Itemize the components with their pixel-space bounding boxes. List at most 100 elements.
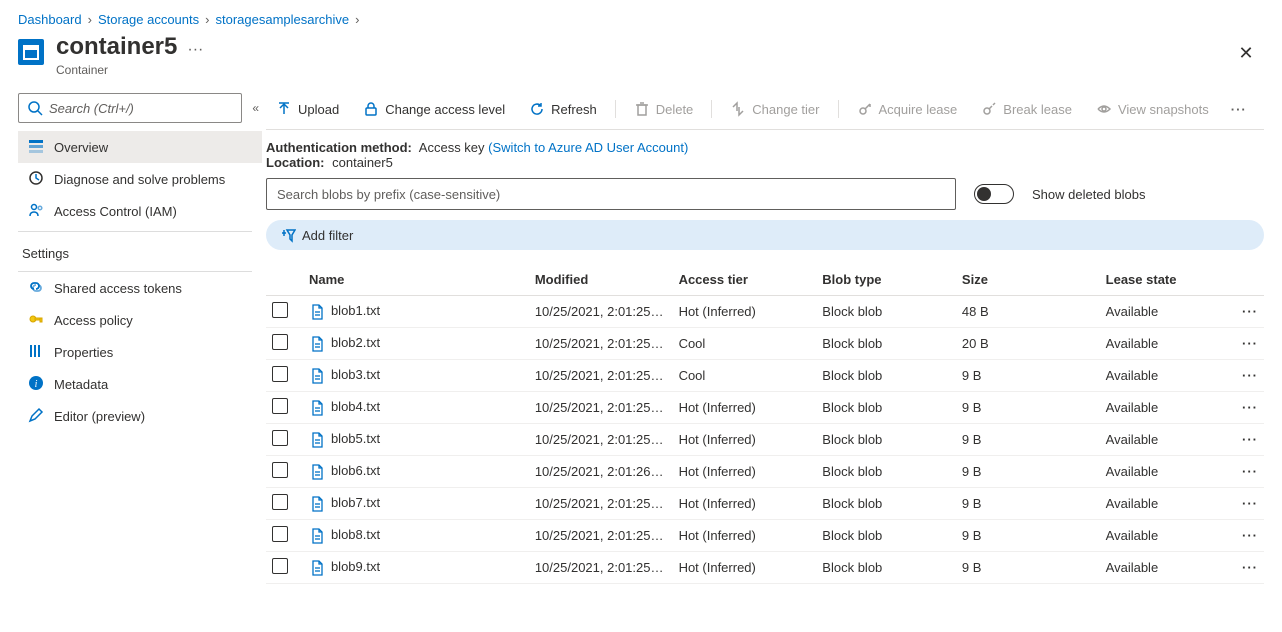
table-row[interactable]: blob7.txt10/25/2021, 2:01:25 …Hot (Infer… — [266, 488, 1264, 520]
table-row[interactable]: blob2.txt10/25/2021, 2:01:25 …CoolBlock … — [266, 328, 1264, 360]
table-row[interactable]: blob9.txt10/25/2021, 2:01:25 …Hot (Infer… — [266, 552, 1264, 584]
row-more-icon[interactable]: ··· — [1223, 520, 1264, 552]
col-lease-state[interactable]: Lease state — [1100, 264, 1223, 296]
blob-modified: 10/25/2021, 2:01:25 … — [529, 328, 673, 360]
table-row[interactable]: blob8.txt10/25/2021, 2:01:25 …Hot (Infer… — [266, 520, 1264, 552]
row-checkbox[interactable] — [272, 398, 288, 414]
blob-access-tier: Hot (Inferred) — [673, 392, 817, 424]
blob-prefix-search-placeholder: Search blobs by prefix (case-sensitive) — [277, 187, 500, 202]
row-checkbox[interactable] — [272, 558, 288, 574]
sidebar-item-access-policy[interactable]: Access policy — [18, 304, 262, 336]
add-filter-button[interactable]: Add filter — [266, 220, 1264, 250]
blob-access-tier: Hot (Inferred) — [673, 488, 817, 520]
sidebar-item-properties[interactable]: Properties — [18, 336, 262, 368]
delete-button: Delete — [624, 97, 704, 121]
row-checkbox[interactable] — [272, 526, 288, 542]
row-checkbox[interactable] — [272, 430, 288, 446]
change-access-level-button[interactable]: Change access level — [353, 97, 515, 121]
sidebar-item-editor-preview-[interactable]: Editor (preview) — [18, 400, 262, 432]
breadcrumb-storage-account[interactable]: storagesamplesarchive — [215, 12, 349, 27]
blob-lease-state: Available — [1100, 296, 1223, 328]
row-more-icon[interactable]: ··· — [1223, 296, 1264, 328]
sidebar-item-overview[interactable]: Overview — [18, 131, 262, 163]
breadcrumb-dashboard[interactable]: Dashboard — [18, 12, 82, 27]
row-checkbox[interactable] — [272, 334, 288, 350]
table-row[interactable]: blob1.txt10/25/2021, 2:01:25 …Hot (Infer… — [266, 296, 1264, 328]
upload-button[interactable]: Upload — [266, 97, 349, 121]
title-more-icon[interactable]: ··· — [187, 33, 203, 59]
blob-lease-state: Available — [1100, 520, 1223, 552]
blob-name: blob6.txt — [331, 463, 380, 478]
refresh-button[interactable]: Refresh — [519, 97, 607, 121]
blob-name: blob5.txt — [331, 431, 380, 446]
file-icon — [309, 496, 325, 512]
row-more-icon[interactable]: ··· — [1223, 328, 1264, 360]
blob-prefix-search-input[interactable]: Search blobs by prefix (case-sensitive) — [266, 178, 956, 210]
page-subtitle: Container — [56, 63, 177, 77]
upload-icon — [276, 101, 292, 117]
row-checkbox[interactable] — [272, 302, 288, 318]
sidebar-item-access-control-iam-[interactable]: Access Control (IAM) — [18, 195, 262, 227]
lock-icon — [363, 101, 379, 117]
blob-lease-state: Available — [1100, 456, 1223, 488]
blob-type: Block blob — [816, 488, 956, 520]
sidebar-item-metadata[interactable]: iMetadata — [18, 368, 262, 400]
blob-size: 9 B — [956, 360, 1100, 392]
properties-icon — [28, 343, 44, 362]
sidebar-item-shared-access-tokens[interactable]: Shared access tokens — [18, 272, 262, 304]
blob-name: blob2.txt — [331, 335, 380, 350]
col-modified[interactable]: Modified — [529, 264, 673, 296]
switch-auth-link[interactable]: (Switch to Azure AD User Account) — [488, 140, 688, 155]
table-row[interactable]: blob6.txt10/25/2021, 2:01:26 …Hot (Infer… — [266, 456, 1264, 488]
blob-size: 9 B — [956, 520, 1100, 552]
blob-lease-state: Available — [1100, 424, 1223, 456]
sidebar-section-settings: Settings — [18, 232, 262, 267]
blob-access-tier: Cool — [673, 360, 817, 392]
blob-size: 9 B — [956, 392, 1100, 424]
blob-size: 20 B — [956, 328, 1100, 360]
breadcrumb-storage-accounts[interactable]: Storage accounts — [98, 12, 199, 27]
collapse-sidebar-icon[interactable]: « — [252, 101, 256, 115]
row-more-icon[interactable]: ··· — [1223, 488, 1264, 520]
row-checkbox[interactable] — [272, 494, 288, 510]
sidebar-search-input[interactable]: Search (Ctrl+/) — [18, 93, 242, 123]
row-checkbox[interactable] — [272, 462, 288, 478]
row-more-icon[interactable]: ··· — [1223, 552, 1264, 584]
table-row[interactable]: blob3.txt10/25/2021, 2:01:25 …CoolBlock … — [266, 360, 1264, 392]
file-icon — [309, 304, 325, 320]
row-more-icon[interactable]: ··· — [1223, 424, 1264, 456]
col-name[interactable]: Name — [303, 264, 529, 296]
row-checkbox[interactable] — [272, 366, 288, 382]
col-access-tier[interactable]: Access tier — [673, 264, 817, 296]
table-row[interactable]: blob4.txt10/25/2021, 2:01:25 …Hot (Infer… — [266, 392, 1264, 424]
col-blob-type[interactable]: Blob type — [816, 264, 956, 296]
chevron-right-icon: › — [205, 12, 209, 27]
table-row[interactable]: blob5.txt10/25/2021, 2:01:25 …Hot (Infer… — [266, 424, 1264, 456]
file-icon — [309, 368, 325, 384]
blob-access-tier: Hot (Inferred) — [673, 520, 817, 552]
show-deleted-toggle[interactable] — [974, 184, 1014, 204]
diagnose-icon — [28, 170, 44, 189]
add-filter-icon — [280, 227, 296, 243]
file-icon — [309, 336, 325, 352]
row-more-icon[interactable]: ··· — [1223, 360, 1264, 392]
container-icon — [18, 39, 44, 65]
sidebar-item-label: Metadata — [54, 377, 108, 392]
file-icon — [309, 432, 325, 448]
toolbar-more-icon[interactable]: ··· — [1223, 98, 1255, 121]
blob-type: Block blob — [816, 520, 956, 552]
view-snapshots-button: View snapshots — [1086, 97, 1219, 121]
location-label: Location: — [266, 155, 325, 170]
sidebar-item-label: Overview — [54, 140, 108, 155]
col-size[interactable]: Size — [956, 264, 1100, 296]
sidebar-item-diagnose-and-solve-problems[interactable]: Diagnose and solve problems — [18, 163, 262, 195]
refresh-icon — [529, 101, 545, 117]
blob-modified: 10/25/2021, 2:01:25 … — [529, 520, 673, 552]
close-icon[interactable]: ✕ — [1234, 41, 1258, 65]
view-snapshots-icon — [1096, 101, 1112, 117]
break-lease-button: Break lease — [971, 97, 1082, 121]
blob-table: Name Modified Access tier Blob type Size… — [266, 264, 1264, 584]
row-more-icon[interactable]: ··· — [1223, 456, 1264, 488]
blob-size: 9 B — [956, 456, 1100, 488]
row-more-icon[interactable]: ··· — [1223, 392, 1264, 424]
